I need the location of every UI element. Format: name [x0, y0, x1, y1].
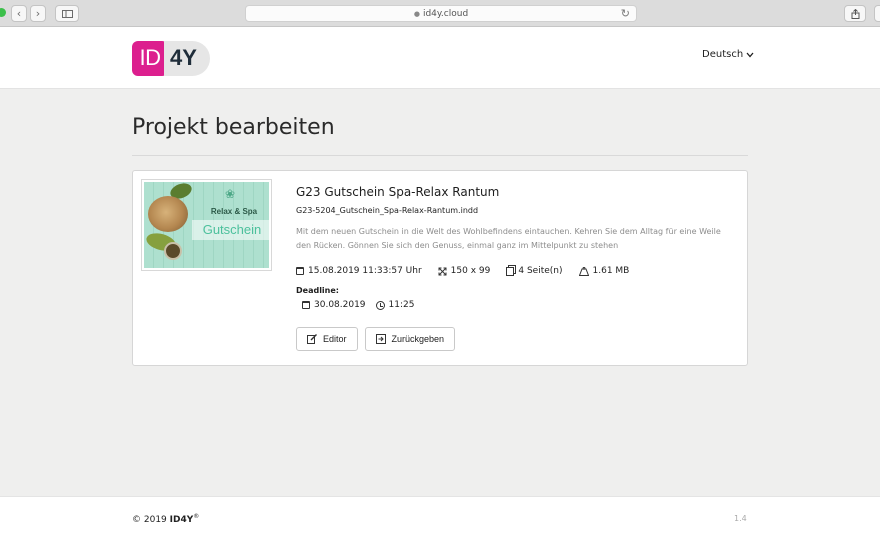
deadline-time: 11:25 — [375, 300, 415, 310]
meta-date: 15.08.2019 11:33:57 Uhr — [296, 266, 422, 276]
chevron-right-icon: › — [35, 7, 41, 20]
meta-date-value: 15.08.2019 11:33:57 Uhr — [308, 266, 422, 276]
meta-pages: 4 Seite(n) — [506, 266, 563, 276]
thumbnail-title: Gutschein — [202, 222, 262, 237]
copyright: © 2019 ID4Y® — [132, 513, 199, 525]
registered-mark: ® — [193, 513, 200, 520]
project-card: ❀ Relax & Spa Gutschein G23 Gutschein Sp… — [132, 170, 748, 366]
project-name: G23 Gutschein Spa-Relax Rantum — [296, 185, 500, 199]
project-thumbnail[interactable]: ❀ Relax & Spa Gutschein — [141, 179, 272, 271]
window-zoom-button[interactable] — [0, 8, 6, 17]
site-header: ID 4Y Deutsch — [0, 27, 880, 89]
sidebar-toggle-button[interactable] — [55, 5, 79, 22]
deadline-date-value: 30.08.2019 — [314, 300, 366, 310]
copyright-prefix: © 2019 — [132, 515, 167, 525]
editor-button-label: Editor — [323, 334, 347, 344]
share-icon — [851, 8, 859, 19]
site-footer: © 2019 ID4Y® 1.4 — [0, 496, 880, 540]
back-button[interactable]: ‹ — [11, 5, 27, 22]
tabs-button[interactable] — [874, 5, 880, 22]
deadline-time-value: 11:25 — [388, 300, 415, 310]
editor-button[interactable]: Editor — [296, 327, 358, 351]
reload-icon[interactable]: ↻ — [621, 7, 630, 20]
project-meta: 15.08.2019 11:33:57 Uhr 150 x 99 4 Seite… — [296, 266, 629, 276]
deadline-row: 30.08.2019 11:25 — [302, 300, 414, 310]
logo-4y-mark: 4Y — [164, 40, 210, 76]
resize-icon — [438, 267, 447, 275]
tea-cup-shape — [164, 242, 182, 260]
logo-id-mark: ID — [132, 40, 168, 76]
meta-dimensions: 150 x 99 — [438, 266, 491, 276]
share-button[interactable] — [844, 5, 866, 22]
meta-size: 1.61 MB — [578, 266, 630, 276]
project-description: Mit dem neuen Gutschein in die Welt des … — [296, 227, 721, 250]
language-selector[interactable]: Deutsch — [702, 49, 754, 60]
forward-button[interactable]: › — [30, 5, 46, 22]
thumbnail-subtitle: Relax & Spa — [210, 207, 258, 216]
edit-icon — [307, 334, 317, 344]
meta-size-value: 1.61 MB — [592, 266, 630, 276]
chevron-down-icon — [746, 52, 754, 57]
deadline-date: 30.08.2019 — [302, 300, 366, 310]
meta-dimensions-value: 150 x 99 — [450, 266, 491, 276]
sidebar-icon — [61, 9, 73, 18]
return-button[interactable]: Zurückgeben — [364, 327, 456, 351]
copyright-brand: ID4Y — [169, 515, 194, 525]
return-button-label: Zurückgeben — [391, 334, 445, 344]
meta-pages-value: 4 Seite(n) — [518, 266, 563, 276]
sign-out-icon — [375, 334, 386, 344]
pages-icon — [506, 266, 515, 276]
chevron-left-icon: ‹ — [16, 7, 22, 20]
logo[interactable]: ID 4Y — [132, 40, 210, 76]
page-title: Projekt bearbeiten — [132, 115, 335, 140]
browser-toolbar: ‹ › ● id4y.cloud ↻ — [0, 0, 880, 27]
spa-stone-shape — [148, 196, 188, 232]
lock-icon: ● — [413, 9, 420, 18]
thumbnail-image: ❀ Relax & Spa Gutschein — [144, 182, 269, 268]
title-divider — [132, 155, 748, 156]
weight-icon — [578, 266, 589, 276]
deadline-label: Deadline: — [296, 286, 339, 295]
address-bar[interactable]: ● id4y.cloud ↻ — [245, 5, 637, 22]
language-label: Deutsch — [702, 49, 744, 60]
clock-icon — [375, 300, 385, 310]
calendar-icon — [302, 301, 310, 309]
project-actions: Editor Zurückgeben — [296, 327, 456, 351]
lotus-icon: ❀ — [224, 187, 236, 201]
app-version: 1.4 — [734, 514, 747, 523]
project-filename: G23-5204_Gutschein_Spa-Relax-Rantum.indd — [296, 206, 479, 215]
address-url: id4y.cloud — [422, 8, 469, 19]
calendar-icon — [296, 267, 304, 275]
